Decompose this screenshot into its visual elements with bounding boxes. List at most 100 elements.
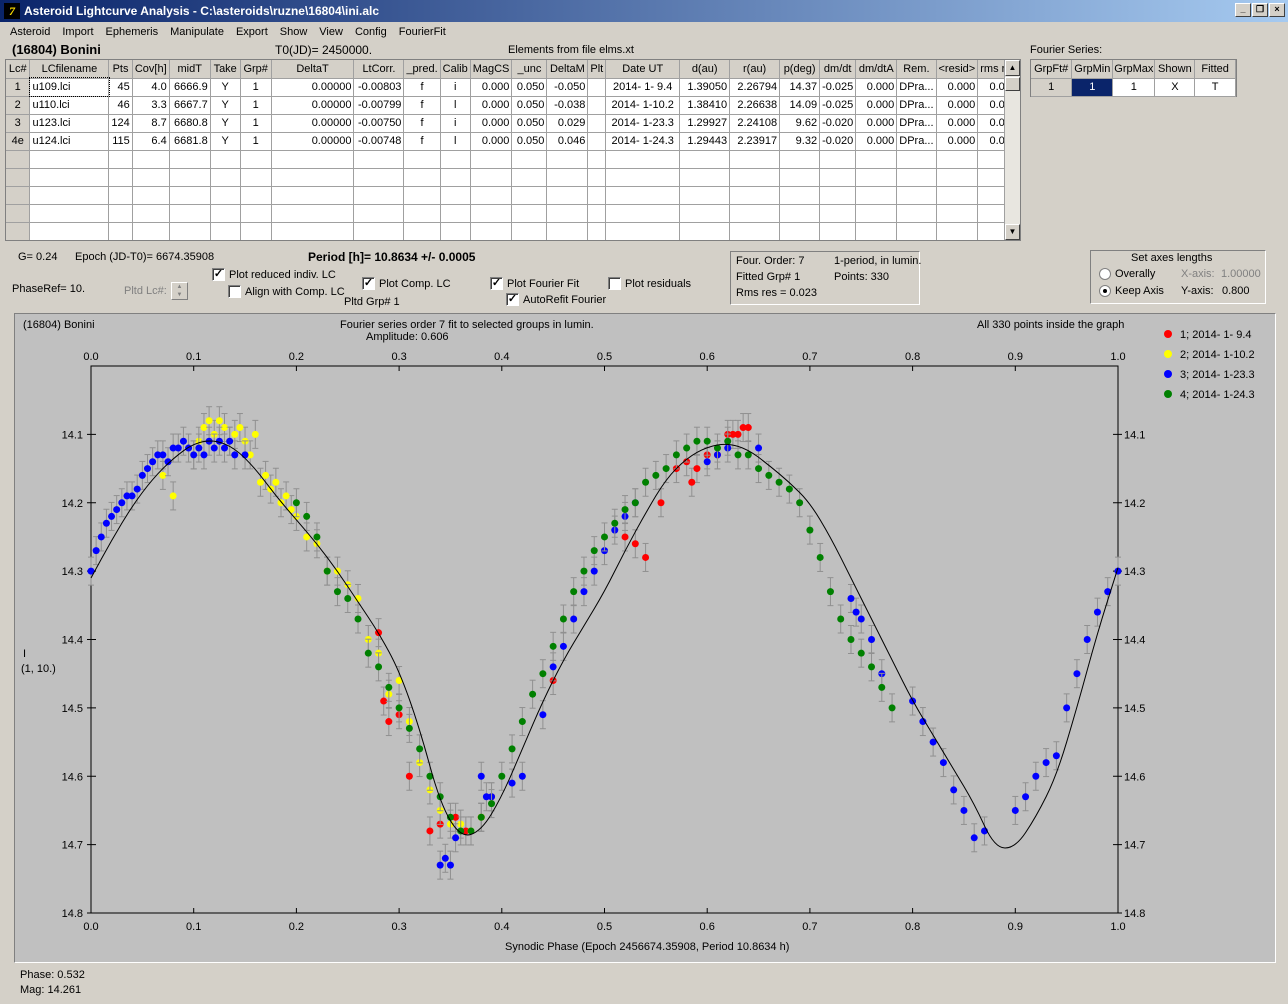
table-cell[interactable]: Y [210, 78, 241, 97]
table-cell[interactable] [896, 168, 937, 187]
table-cell[interactable]: Y [210, 114, 241, 133]
table-cell[interactable] [587, 204, 607, 223]
table-cell[interactable] [240, 150, 272, 169]
table-row[interactable]: 4e u124.lci 115 6.4 6681.8 Y 1 0.00000 -0.00748 f… [6, 132, 1020, 151]
table-cell[interactable]: 0.000 [855, 114, 898, 133]
plot-reduced-checkbox[interactable]: ✓ Plot reduced indiv. LC [212, 268, 336, 281]
pltd-lc-spinner[interactable]: ▲ ▼ [171, 282, 188, 300]
table-cell[interactable]: -0.020 [819, 132, 857, 151]
table-cell[interactable]: 0.000 [936, 78, 979, 97]
table-cell[interactable]: 2.26638 [729, 96, 781, 115]
table-cell[interactable]: -0.050 [546, 78, 589, 97]
table-cell[interactable]: DPra... [896, 78, 937, 97]
table-cell[interactable] [605, 168, 681, 187]
table-cell[interactable]: 9.32 [779, 132, 821, 151]
fourier-series-table[interactable]: GrpFt# GrpMin GrpMax Shown Fitted 1 1 1 … [1030, 59, 1237, 97]
table-cell[interactable] [546, 168, 589, 187]
table-cell[interactable]: 1 [240, 132, 272, 151]
table-cell[interactable] [511, 150, 548, 169]
table-row[interactable] [6, 204, 1020, 223]
table-cell[interactable] [896, 204, 937, 223]
table-cell[interactable] [779, 150, 821, 169]
table-cell[interactable]: l [440, 132, 471, 151]
table-row[interactable]: 3 u123.lci 124 8.7 6680.8 Y 1 0.00000 -0.00750 f i… [6, 114, 1020, 133]
fourier-row[interactable]: 1 1 1 X T [1031, 78, 1236, 97]
menu-fourierfit[interactable]: FourierFit [393, 26, 452, 38]
menu-config[interactable]: Config [349, 26, 393, 38]
table-cell[interactable]: i [440, 78, 471, 97]
table-cell[interactable]: -0.038 [546, 96, 589, 115]
table-cell[interactable]: 6667.7 [169, 96, 211, 115]
table-cell[interactable] [605, 222, 681, 240]
table-cell[interactable] [936, 204, 979, 223]
table-cell[interactable]: 6666.9 [169, 78, 211, 97]
table-cell[interactable] [353, 222, 405, 240]
menu-asteroid[interactable]: Asteroid [4, 26, 56, 38]
table-cell[interactable]: 0.000 [936, 132, 979, 151]
table-cell[interactable]: 0.000 [470, 132, 513, 151]
table-cell[interactable]: 2014- 1-24.3 [605, 132, 681, 151]
table-row[interactable]: 2 u110.lci 46 3.3 6667.7 Y 1 0.00000 -0.00799 f l 0… [6, 96, 1020, 115]
table-cell[interactable]: -0.00750 [353, 114, 405, 133]
table-cell[interactable] [729, 150, 781, 169]
table-cell[interactable]: 2014- 1-23.3 [605, 114, 681, 133]
table-cell[interactable] [108, 186, 133, 205]
table-cell[interactable]: -0.00748 [353, 132, 405, 151]
table-cell[interactable]: 6.4 [132, 132, 170, 151]
table-cell[interactable] [779, 204, 821, 223]
table-cell[interactable]: 0.000 [855, 78, 898, 97]
row-header-cell[interactable]: 4e [6, 132, 31, 151]
table-cell[interactable] [605, 186, 681, 205]
table-cell[interactable]: 14.37 [779, 78, 821, 97]
table-cell[interactable] [169, 168, 211, 187]
table-cell[interactable]: f [403, 114, 441, 133]
table-cell[interactable]: Y [210, 132, 241, 151]
table-cell[interactable]: -0.00799 [353, 96, 405, 115]
table-cell[interactable]: 1.29927 [679, 114, 731, 133]
table-cell[interactable] [587, 96, 607, 115]
table-cell[interactable]: 0.00000 [271, 114, 355, 133]
overally-radio[interactable]: Overally [1099, 268, 1155, 280]
table-cell[interactable]: 1.29443 [679, 132, 731, 151]
table-cell[interactable] [679, 204, 731, 223]
table-cell[interactable] [819, 168, 857, 187]
table-cell[interactable] [855, 168, 898, 187]
table-cell[interactable] [240, 186, 272, 205]
table-cell[interactable] [779, 186, 821, 205]
table-cell[interactable]: 0.046 [546, 132, 589, 151]
table-cell[interactable] [729, 204, 781, 223]
table-cell[interactable]: 2.24108 [729, 114, 781, 133]
table-cell[interactable]: f [403, 96, 441, 115]
table-cell[interactable]: 0.00000 [271, 96, 355, 115]
table-cell[interactable]: Y [210, 96, 241, 115]
table-cell[interactable] [855, 186, 898, 205]
table-cell[interactable]: -0.025 [819, 96, 857, 115]
plot-residuals-checkbox[interactable]: Plot residuals [608, 277, 691, 290]
table-cell[interactable]: 6680.8 [169, 114, 211, 133]
table-cell[interactable]: 2014- 1-10.2 [605, 96, 681, 115]
table-cell[interactable]: u124.lci [29, 132, 110, 151]
table-cell[interactable] [470, 204, 513, 223]
scroll-down-button[interactable]: ▼ [1005, 224, 1020, 240]
table-cell[interactable] [440, 168, 471, 187]
menu-import[interactable]: Import [56, 26, 99, 38]
table-cell[interactable] [470, 168, 513, 187]
table-cell[interactable] [403, 186, 441, 205]
table-cell[interactable] [679, 168, 731, 187]
table-cell[interactable] [29, 168, 110, 187]
table-cell[interactable]: 0.029 [546, 114, 589, 133]
table-cell[interactable] [679, 150, 731, 169]
table-cell[interactable]: 4.0 [132, 78, 170, 97]
table-cell[interactable]: u123.lci [29, 114, 110, 133]
table-cell[interactable] [587, 222, 607, 240]
row-header-cell[interactable] [6, 150, 31, 169]
table-cell[interactable] [679, 222, 731, 240]
table-cell[interactable] [546, 150, 589, 169]
table-row[interactable] [6, 222, 1020, 240]
table-cell[interactable]: 0.000 [855, 96, 898, 115]
table-cell[interactable] [819, 186, 857, 205]
table-cell[interactable]: 3.3 [132, 96, 170, 115]
grpft-cell[interactable]: 1 [1031, 78, 1073, 97]
table-cell[interactable]: DPra... [896, 132, 937, 151]
table-cell[interactable] [132, 186, 170, 205]
